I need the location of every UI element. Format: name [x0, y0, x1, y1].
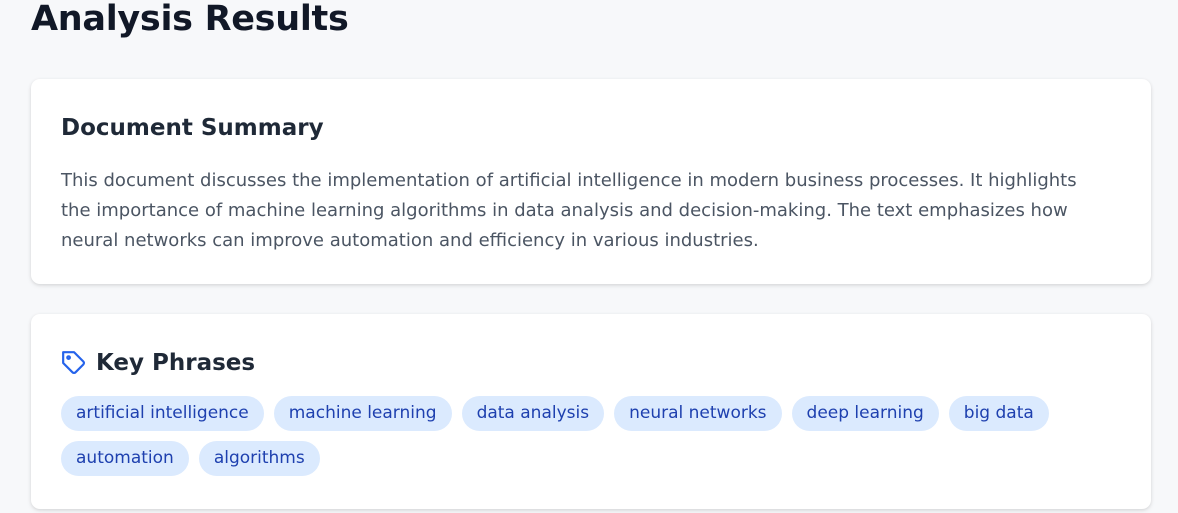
key-phrase-tag[interactable]: data analysis: [461, 396, 605, 431]
key-phrases-heading-label: Key Phrases: [96, 350, 256, 376]
document-summary-text: This document discusses the implementati…: [61, 170, 1077, 251]
page-title: Analysis Results: [31, 0, 349, 39]
key-phrase-tag[interactable]: automation: [61, 441, 189, 476]
key-phrase-list: artificial intelligence machine learning…: [61, 396, 1131, 476]
document-summary-card: Document Summary This document discusses…: [31, 79, 1151, 284]
document-summary-heading: Document Summary: [61, 115, 324, 141]
key-phrase-tag[interactable]: machine learning: [273, 396, 452, 431]
key-phrase-tag[interactable]: artificial intelligence: [61, 396, 264, 431]
tag-icon: [61, 350, 87, 376]
key-phrase-tag[interactable]: deep learning: [791, 396, 939, 431]
key-phrase-tag[interactable]: big data: [948, 396, 1049, 431]
key-phrase-tag[interactable]: algorithms: [198, 441, 320, 476]
key-phrases-heading: Key Phrases: [61, 348, 1121, 378]
key-phrases-card: Key Phrases artificial intelligence mach…: [31, 314, 1151, 509]
analysis-results-page: Analysis Results Document Summary This d…: [0, 0, 1178, 513]
key-phrase-tag[interactable]: neural networks: [614, 396, 782, 431]
